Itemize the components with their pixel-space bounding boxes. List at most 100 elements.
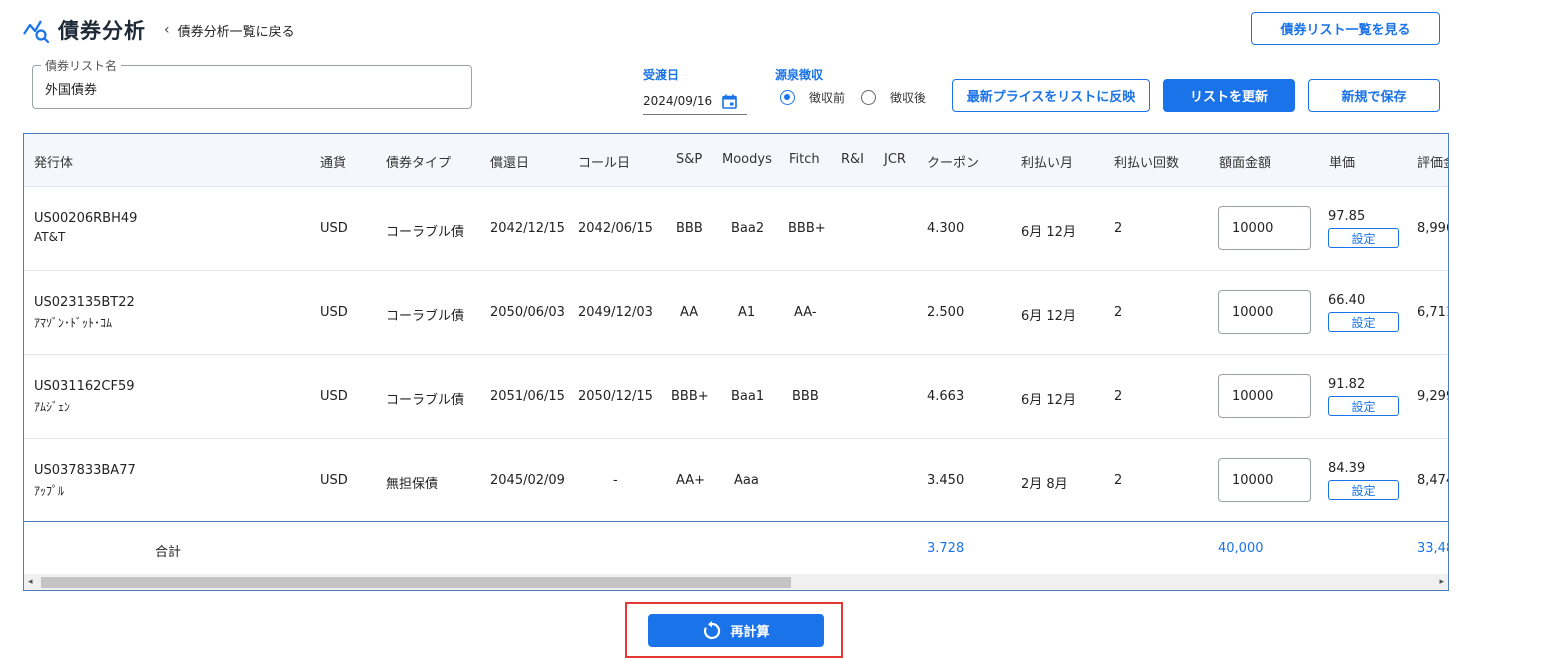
settlement-date-value: 2024/09/16	[643, 94, 713, 108]
col-ri[interactable]: R&I	[841, 152, 864, 167]
col-coupon[interactable]: クーポン	[927, 152, 979, 171]
chevron-left-icon: ‹	[164, 22, 170, 38]
bond-code: US023135BT22	[34, 295, 135, 310]
save-as-new-button[interactable]: 新規で保存	[1308, 79, 1440, 112]
bond-type-cell: コーラブル債	[386, 393, 465, 408]
calendar-icon[interactable]	[722, 94, 737, 109]
table-row: US031162CF59 ｱﾑｼﾞｪﾝ USD コーラブル債 2051/06/1…	[24, 355, 1448, 439]
total-row: 合計 3.728 40,000 33,48	[24, 521, 1448, 573]
col-sp[interactable]: S&P	[676, 152, 702, 167]
currency-cell: USD	[320, 473, 348, 488]
moodys-cell: Baa1	[731, 389, 765, 404]
reflect-latest-price-button[interactable]: 最新プライスをリストに反映	[952, 79, 1150, 112]
withholding-after-label: 徴収後	[890, 91, 927, 105]
coupon-cell: 4.300	[927, 221, 965, 236]
refresh-icon	[704, 620, 721, 639]
col-issuer[interactable]: 発行体	[34, 152, 73, 171]
total-label: 合計	[155, 545, 182, 560]
col-valuation[interactable]: 評価金	[1417, 152, 1448, 171]
call-date-cell: -	[613, 473, 618, 488]
bond-type-cell: 無担保債	[386, 477, 439, 492]
unit-price-cell: 84.39	[1328, 461, 1366, 476]
moodys-cell: Baa2	[731, 221, 765, 236]
unit-price-cell: 91.82	[1328, 377, 1366, 392]
col-maturity[interactable]: 償還日	[490, 152, 529, 171]
scroll-right-icon[interactable]: ▸	[1439, 577, 1444, 587]
recalculate-label: 再計算	[730, 625, 770, 640]
col-call-date[interactable]: コール日	[578, 152, 630, 171]
bond-code: US00206RBH49	[34, 211, 138, 226]
back-link-label: 債券分析一覧に戻る	[177, 24, 295, 40]
issuer-name: ｱﾏｿﾞﾝ･ﾄﾞｯﾄ･ｺﾑ	[34, 316, 113, 330]
valuation-cell: 8,996	[1417, 221, 1448, 236]
maturity-cell: 2050/06/03	[490, 305, 565, 320]
face-amount-input[interactable]: 10000	[1218, 374, 1311, 418]
refresh-list-button[interactable]: リストを更新	[1163, 79, 1295, 112]
col-bond-type[interactable]: 債券タイプ	[386, 152, 451, 171]
table-row: US037833BA77 ｱｯﾌﾟﾙ USD 無担保債 2045/02/09 -…	[24, 439, 1448, 523]
col-unit-price[interactable]: 単価	[1329, 152, 1355, 171]
col-fitch[interactable]: Fitch	[789, 152, 820, 167]
list-name-field[interactable]: 債券リスト名 外国債券	[32, 57, 472, 109]
currency-cell: USD	[320, 389, 348, 404]
col-face-amount[interactable]: 額面金額	[1219, 152, 1271, 171]
face-amount-input[interactable]: 10000	[1218, 206, 1311, 250]
col-pay-count[interactable]: 利払い回数	[1114, 152, 1179, 171]
bond-code: US031162CF59	[34, 379, 135, 394]
sp-cell: BBB	[676, 221, 703, 236]
settlement-date-field[interactable]: 2024/09/16	[643, 88, 747, 115]
scroll-left-icon[interactable]: ◂	[28, 577, 33, 587]
bond-type-cell: コーラブル債	[386, 225, 465, 240]
coupon-cell: 2.500	[927, 305, 965, 320]
issuer-cell: US031162CF59 ｱﾑｼﾞｪﾝ	[34, 379, 135, 415]
face-amount-input[interactable]: 10000	[1218, 290, 1311, 334]
total-coupon: 3.728	[927, 541, 965, 556]
pay-count-cell: 2	[1114, 389, 1123, 404]
col-pay-months[interactable]: 利払い月	[1021, 152, 1073, 171]
table-row: US023135BT22 ｱﾏｿﾞﾝ･ﾄﾞｯﾄ･ｺﾑ USD コーラブル債 20…	[24, 271, 1448, 355]
fitch-cell: BBB	[792, 389, 819, 404]
withholding-radio-group: 徴収前 徴収後	[780, 89, 942, 106]
table-header: 発行体 通貨 債券タイプ 償還日 コール日 S&P Moodys Fitch R…	[24, 134, 1448, 187]
set-price-button[interactable]: 設定	[1328, 228, 1399, 248]
issuer-cell: US00206RBH49 AT&T	[34, 211, 137, 244]
issuer-name: AT&T	[34, 230, 66, 244]
scroll-thumb[interactable]	[41, 577, 791, 588]
bond-type-cell: コーラブル債	[386, 309, 465, 324]
withholding-after-radio[interactable]	[861, 90, 877, 105]
pay-count-cell: 2	[1114, 473, 1123, 488]
withholding-before-label: 徴収前	[809, 91, 846, 105]
withholding-before-radio[interactable]	[780, 90, 795, 105]
pay-months-cell: 6月 12月	[1021, 225, 1076, 240]
set-price-button[interactable]: 設定	[1328, 396, 1399, 416]
sp-cell: AA+	[676, 473, 706, 488]
analysis-chart-icon	[23, 20, 50, 44]
set-price-button[interactable]: 設定	[1328, 480, 1399, 500]
call-date-cell: 2042/06/15	[578, 221, 653, 236]
sp-cell: BBB+	[671, 389, 709, 404]
fitch-cell: AA-	[794, 305, 817, 320]
valuation-cell: 8,474	[1417, 473, 1448, 488]
page-title: 債券分析	[58, 19, 146, 43]
coupon-cell: 3.450	[927, 473, 965, 488]
maturity-cell: 2051/06/15	[490, 389, 565, 404]
maturity-cell: 2042/12/15	[490, 221, 565, 236]
view-bond-list-button[interactable]: 債券リスト一覧を見る	[1251, 12, 1440, 45]
face-amount-input[interactable]: 10000	[1218, 458, 1311, 502]
unit-price-cell: 66.40	[1328, 293, 1366, 308]
sp-cell: AA	[680, 305, 699, 320]
col-jcr[interactable]: JCR	[884, 152, 906, 167]
col-currency[interactable]: 通貨	[320, 152, 346, 171]
horizontal-scrollbar[interactable]: ◂ ▸	[24, 574, 1448, 590]
set-price-button[interactable]: 設定	[1328, 312, 1399, 332]
issuer-cell: US037833BA77 ｱｯﾌﾟﾙ	[34, 463, 136, 499]
back-link[interactable]: ‹ 債券分析一覧に戻る	[164, 21, 295, 40]
table-row: US00206RBH49 AT&T USD コーラブル債 2042/12/15 …	[24, 187, 1448, 271]
recalculate-button[interactable]: 再計算	[648, 614, 824, 647]
fitch-cell: BBB+	[788, 221, 826, 236]
total-valuation: 33,48	[1417, 541, 1448, 556]
col-moodys[interactable]: Moodys	[722, 152, 772, 167]
currency-cell: USD	[320, 221, 348, 236]
pay-months-cell: 6月 12月	[1021, 393, 1076, 408]
call-date-cell: 2050/12/15	[578, 389, 653, 404]
